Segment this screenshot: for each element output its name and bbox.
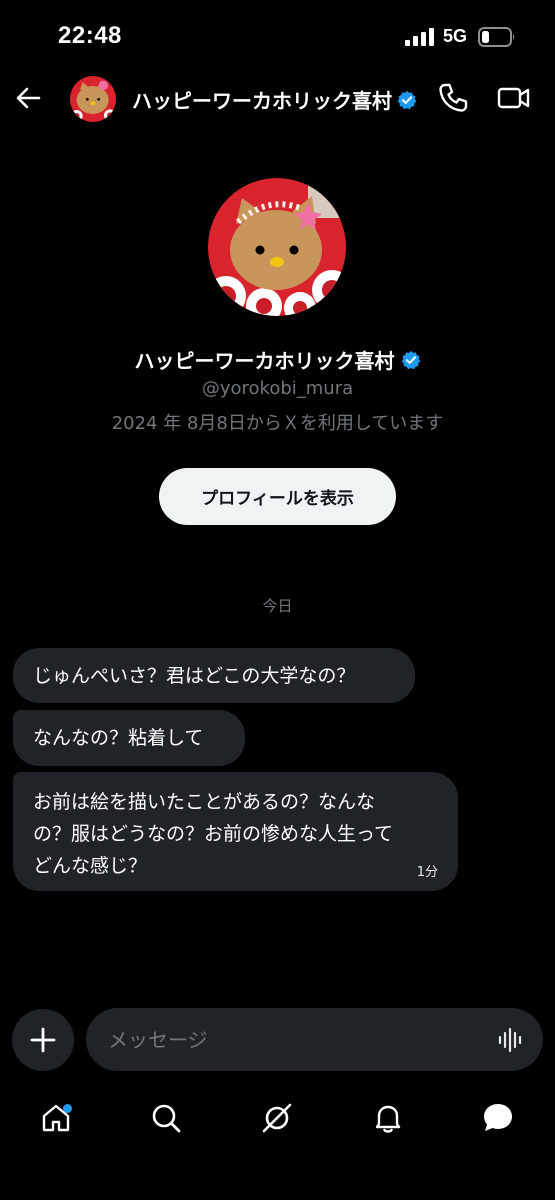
nav-grok[interactable] (257, 1098, 297, 1138)
conversation-header: ハッピーワーカホリック喜村 (0, 70, 555, 126)
date-separator: 今日 (262, 597, 293, 615)
message-bubble[interactable]: お前は絵を描いたことがあるの？なんな の？服はどうなの？お前の惨めな人生って ど… (13, 772, 458, 891)
status-time: 22:48 (58, 22, 122, 49)
profile-avatar[interactable] (208, 178, 346, 316)
arrow-left-icon (16, 87, 41, 109)
message-text-line: の？服はどうなの？お前の惨めな人生って (33, 823, 394, 845)
message-text: なんなの？粘着して (33, 727, 204, 749)
view-profile-button[interactable]: プロフィールを表示 (159, 468, 396, 525)
video-call-button[interactable] (496, 82, 532, 114)
plus-icon (30, 1027, 56, 1053)
phone-icon (439, 83, 468, 112)
signal-icon (405, 28, 434, 46)
message-bubble[interactable]: なんなの？粘着して (13, 710, 245, 766)
nav-messages[interactable] (478, 1098, 518, 1138)
bell-icon (375, 1105, 401, 1133)
message-text: じゅんぺいさ？君はどこの大学なの？ (33, 664, 356, 687)
header-name-text: ハッピーワーカホリック喜村 (132, 89, 392, 113)
profile-name: ハッピーワーカホリック喜村 (0, 345, 555, 374)
grok-icon (262, 1103, 292, 1133)
waveform-icon[interactable] (497, 1026, 525, 1054)
message-text-line: どんな感じ？ (33, 855, 148, 877)
call-button[interactable] (437, 82, 469, 114)
network-type: 5G (443, 26, 468, 46)
bottom-navigation (0, 1088, 555, 1148)
verified-icon (397, 90, 417, 109)
profile-name-text: ハッピーワーカホリック喜村 (134, 349, 395, 373)
search-icon (152, 1104, 181, 1133)
message-bubble[interactable]: じゅんぺいさ？君はどこの大学なの？ (13, 648, 415, 703)
nav-home[interactable] (36, 1098, 76, 1138)
message-timestamp: 1分 (416, 865, 438, 880)
message-composer (86, 1008, 543, 1071)
message-text-line: お前は絵を描いたことがあるの？なんな (33, 791, 376, 813)
add-attachment-button[interactable] (12, 1009, 74, 1071)
status-bar: 22:48 5G (0, 0, 555, 70)
header-title[interactable]: ハッピーワーカホリック喜村 (132, 85, 417, 114)
nav-notifications[interactable] (368, 1098, 408, 1138)
message-input[interactable] (108, 1008, 488, 1071)
avatar-image (208, 178, 346, 316)
profile-joined-date: 2024 年 8月8日からＸを利用しています (111, 413, 444, 434)
nav-search[interactable] (146, 1098, 186, 1138)
avatar-image (70, 76, 116, 122)
back-button[interactable] (12, 82, 44, 114)
verified-icon (401, 350, 420, 369)
video-camera-icon (497, 87, 530, 109)
notification-dot (63, 1104, 72, 1113)
profile-handle: @yorokobi_mura (201, 378, 354, 399)
header-avatar[interactable] (70, 76, 116, 122)
messages-icon (484, 1104, 512, 1131)
battery-icon (478, 27, 515, 47)
